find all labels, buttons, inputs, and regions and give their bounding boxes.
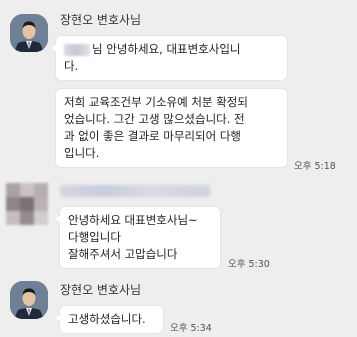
message-line: 과 없이 좋은 결과로 마무리되어 다행: [64, 129, 241, 143]
message-line: 님 안녕하세요, 대표변호사입니: [64, 41, 279, 58]
message-time: 오후 5:30: [228, 259, 270, 270]
sender-name: 장현오 변호사님: [60, 283, 142, 297]
message-line: 안녕하세요 대표변호사님~: [68, 213, 198, 227]
sender-name: 장현오 변호사님: [60, 13, 142, 27]
message-bubble: 안녕하세요 대표변호사님~ 다행입니다 잘해주셔서 고맙습니다: [55, 207, 220, 268]
message-line: 고생하셨습니다.: [68, 312, 146, 326]
message-line: 다행입니다: [68, 230, 121, 244]
redacted-name: [64, 43, 90, 56]
message-bubble: 님 안녕하세요, 대표변호사입니 다.: [51, 36, 287, 80]
message-line: 입니다.: [64, 146, 100, 160]
redacted-sender-name: [60, 185, 210, 197]
message-line: 잘해주셔서 고맙습니다: [68, 247, 178, 261]
message-bubble: 저희 교육조건부 기소유예 처분 확정되 었습니다. 그간 고생 많으셨습니다.…: [56, 89, 287, 167]
message-line: 다.: [64, 59, 79, 73]
message-time: 오후 5:18: [294, 161, 336, 172]
message-time: 오후 5:34: [170, 323, 212, 334]
lawyer-avatar-icon[interactable]: [10, 14, 48, 52]
message-line: 저희 교육조건부 기소유예 처분 확정되: [64, 95, 248, 109]
message-line: 었습니다. 그간 고생 많으셨습니다. 전: [64, 112, 245, 126]
message-bubble: 고생하셨습니다.: [55, 306, 163, 333]
lawyer-avatar-icon[interactable]: [10, 281, 48, 319]
blurred-avatar-icon[interactable]: [6, 183, 48, 225]
